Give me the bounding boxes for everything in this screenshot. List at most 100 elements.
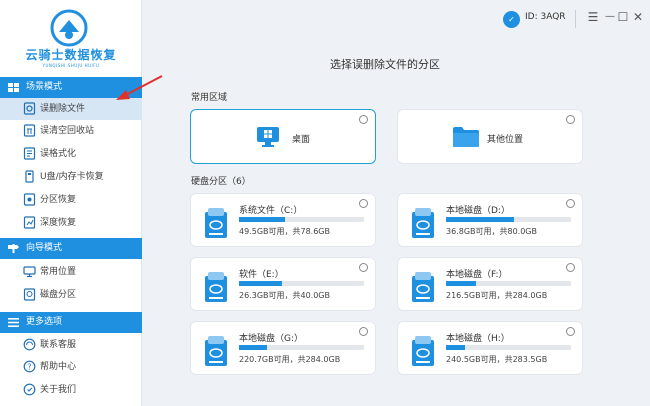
sidebar-item-label: 联系客服 bbox=[40, 340, 77, 350]
drive-name: 本地磁盘（G:） bbox=[239, 334, 304, 344]
drive-name: 本地磁盘（H:） bbox=[446, 334, 510, 344]
radio-button[interactable] bbox=[359, 327, 368, 336]
sidebar-item-label: 深度恢复 bbox=[40, 218, 77, 228]
drive-capacity: 216.5GB可用，共284.0GB bbox=[446, 291, 548, 300]
minimize-button[interactable]: — bbox=[603, 9, 617, 25]
common-area-label: 常用区域 bbox=[191, 93, 228, 103]
recycle-bin-icon bbox=[23, 124, 36, 137]
sidebar-item-label: 常用位置 bbox=[40, 267, 77, 277]
sidebar-item-label: 误清空回收站 bbox=[40, 126, 95, 136]
sidebar-item-usb[interactable]: U盘/内存卡恢复 bbox=[0, 166, 142, 188]
drive-card-d[interactable]: 本地磁盘（D:） 36.8GB可用，共80.0GB bbox=[397, 193, 583, 247]
drive-usage-fill bbox=[239, 345, 267, 350]
drive-icon bbox=[412, 272, 434, 302]
sidebar-item-label: U盘/内存卡恢复 bbox=[40, 172, 104, 182]
location-card-desktop[interactable]: 桌面 bbox=[190, 109, 376, 164]
drive-name: 软件（E:） bbox=[239, 270, 284, 280]
sidebar-item-common-locations[interactable]: 常用位置 bbox=[0, 261, 142, 283]
drive-name: 本地磁盘（D:） bbox=[446, 206, 510, 216]
drive-icon bbox=[205, 208, 227, 238]
disk-icon bbox=[23, 288, 36, 301]
sidebar-item-deep-scan[interactable]: 深度恢复 bbox=[0, 212, 142, 234]
drive-icon bbox=[205, 336, 227, 366]
radio-button[interactable] bbox=[359, 199, 368, 208]
sidebar-item-disk-partition[interactable]: 磁盘分区 bbox=[0, 284, 142, 306]
location-label: 其他位置 bbox=[487, 135, 524, 145]
drive-usage-bar bbox=[446, 345, 571, 350]
disk-partitions-label: 硬盘分区（6） bbox=[191, 177, 251, 187]
sidebar-item-label: 误删除文件 bbox=[40, 104, 86, 114]
sidebar-item-deleted-files[interactable]: 误删除文件 bbox=[0, 98, 142, 120]
drive-capacity: 49.5GB可用，共78.6GB bbox=[239, 227, 330, 236]
drive-icon bbox=[205, 272, 227, 302]
sidebar-item-label: 关于我们 bbox=[40, 385, 77, 395]
drive-usage-fill bbox=[239, 281, 282, 286]
svg-text:?: ? bbox=[28, 362, 32, 371]
drive-card-h[interactable]: 本地磁盘（H:） 240.5GB可用，共283.5GB bbox=[397, 321, 583, 375]
drive-usage-bar bbox=[239, 345, 364, 350]
user-avatar[interactable]: ✓ bbox=[503, 11, 520, 28]
location-card-other[interactable]: 其他位置 bbox=[397, 109, 583, 164]
sidebar-item-label: 分区恢复 bbox=[40, 195, 77, 205]
format-icon bbox=[23, 147, 36, 160]
drive-icon bbox=[412, 336, 434, 366]
radio-button[interactable] bbox=[566, 327, 575, 336]
close-button[interactable]: ✕ bbox=[631, 9, 645, 25]
section-scene-mode: 场景模式 bbox=[0, 77, 142, 98]
sidebar: 云骑士数据恢复 YUNQISHI SHUJU HUIFU 场景模式 误删除文件 … bbox=[0, 0, 142, 406]
drive-card-g[interactable]: 本地磁盘（G:） 220.7GB可用，共284.0GB bbox=[190, 321, 376, 375]
sidebar-item-recycle-bin[interactable]: 误清空回收站 bbox=[0, 120, 142, 142]
radio-button[interactable] bbox=[566, 263, 575, 272]
drive-name: 本地磁盘（F:） bbox=[446, 270, 508, 280]
drive-usage-fill bbox=[446, 281, 476, 286]
help-icon: ? bbox=[23, 360, 36, 373]
sidebar-item-label: 误格式化 bbox=[40, 149, 77, 159]
titlebar-divider bbox=[575, 10, 576, 28]
section-wizard-mode: 向导模式 bbox=[0, 238, 142, 259]
drive-card-f[interactable]: 本地磁盘（F:） 216.5GB可用，共284.0GB bbox=[397, 257, 583, 311]
file-restore-icon bbox=[23, 102, 36, 115]
drive-capacity: 240.5GB可用，共283.5GB bbox=[446, 355, 548, 364]
sidebar-item-help-center[interactable]: ? 帮助中心 bbox=[0, 356, 142, 378]
drive-card-e[interactable]: 软件（E:） 26.3GB可用，共40.0GB bbox=[190, 257, 376, 311]
drive-capacity: 36.8GB可用，共80.0GB bbox=[446, 227, 537, 236]
sidebar-item-about[interactable]: 关于我们 bbox=[0, 379, 142, 401]
radio-button[interactable] bbox=[359, 115, 368, 124]
drive-name: 系统文件（C:） bbox=[239, 206, 303, 216]
monitor-icon bbox=[23, 266, 36, 278]
drive-capacity: 220.7GB可用，共284.0GB bbox=[239, 355, 341, 364]
drive-usage-bar bbox=[446, 217, 571, 222]
drive-usage-bar bbox=[239, 281, 364, 286]
folder-icon bbox=[453, 127, 479, 147]
drive-usage-fill bbox=[446, 345, 465, 350]
sidebar-item-label: 磁盘分区 bbox=[40, 290, 77, 300]
drive-icon bbox=[412, 208, 434, 238]
section-title: 场景模式 bbox=[26, 82, 63, 92]
section-title: 向导模式 bbox=[26, 243, 63, 253]
usb-icon bbox=[25, 170, 34, 183]
sidebar-item-label: 帮助中心 bbox=[40, 362, 77, 372]
drive-capacity: 26.3GB可用，共40.0GB bbox=[239, 291, 330, 300]
app-subtitle: YUNQISHI SHUJU HUIFU bbox=[42, 63, 100, 68]
user-id: ID: 3AQR bbox=[525, 12, 566, 22]
radio-button[interactable] bbox=[359, 263, 368, 272]
app-logo: 云骑士数据恢复 YUNQISHI SHUJU HUIFU bbox=[0, 0, 142, 76]
radio-button[interactable] bbox=[566, 199, 575, 208]
logo-icon bbox=[50, 9, 88, 47]
windows-icon bbox=[257, 127, 279, 147]
sidebar-item-partition[interactable]: 分区恢复 bbox=[0, 189, 142, 211]
drive-usage-bar bbox=[446, 281, 571, 286]
deep-scan-icon bbox=[23, 216, 36, 229]
maximize-button[interactable]: ☐ bbox=[616, 9, 630, 25]
location-label: 桌面 bbox=[292, 135, 311, 145]
signpost-icon bbox=[8, 244, 19, 253]
drive-usage-fill bbox=[446, 217, 514, 222]
sidebar-item-contact-support[interactable]: 联系客服 bbox=[0, 334, 142, 356]
sidebar-item-format[interactable]: 误格式化 bbox=[0, 143, 142, 165]
menu-button[interactable]: ☰ bbox=[586, 9, 600, 25]
partition-icon bbox=[23, 193, 36, 206]
drive-card-c[interactable]: 系统文件（C:） 49.5GB可用，共78.6GB bbox=[190, 193, 376, 247]
radio-button[interactable] bbox=[566, 115, 575, 124]
drive-usage-bar bbox=[239, 217, 364, 222]
headset-icon bbox=[23, 338, 36, 351]
